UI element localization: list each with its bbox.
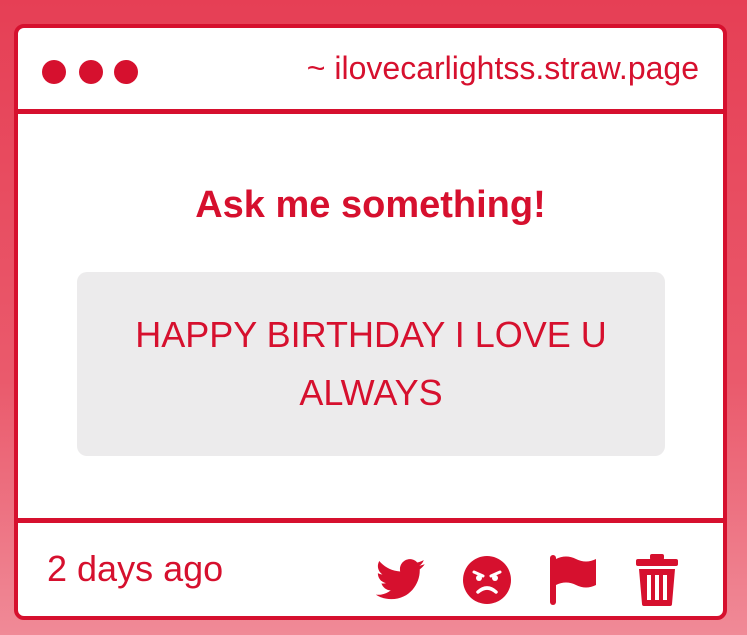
card-content: Ask me something! HAPPY BIRTHDAY I LOVE … xyxy=(18,114,723,518)
message-text: HAPPY BIRTHDAY I LOVE U ALWAYS xyxy=(135,314,607,413)
window-dot-1 xyxy=(42,60,66,84)
window-dot-2 xyxy=(79,60,103,84)
trash-icon[interactable] xyxy=(630,553,684,607)
timestamp: 2 days ago xyxy=(47,548,224,589)
window-dot-3 xyxy=(114,60,138,84)
twitter-icon[interactable] xyxy=(374,553,428,607)
page-title: Ask me something! xyxy=(195,184,546,226)
flag-icon[interactable] xyxy=(546,553,600,607)
card-footer: 2 days ago xyxy=(18,518,723,616)
page-url: ~ ilovecarlightss.straw.page xyxy=(306,50,699,86)
message-box: HAPPY BIRTHDAY I LOVE U ALWAYS xyxy=(77,272,665,456)
window-titlebar: ~ ilovecarlightss.straw.page xyxy=(18,28,723,114)
angry-face-icon[interactable] xyxy=(460,553,514,607)
question-card: ~ ilovecarlightss.straw.page Ask me some… xyxy=(14,24,727,620)
